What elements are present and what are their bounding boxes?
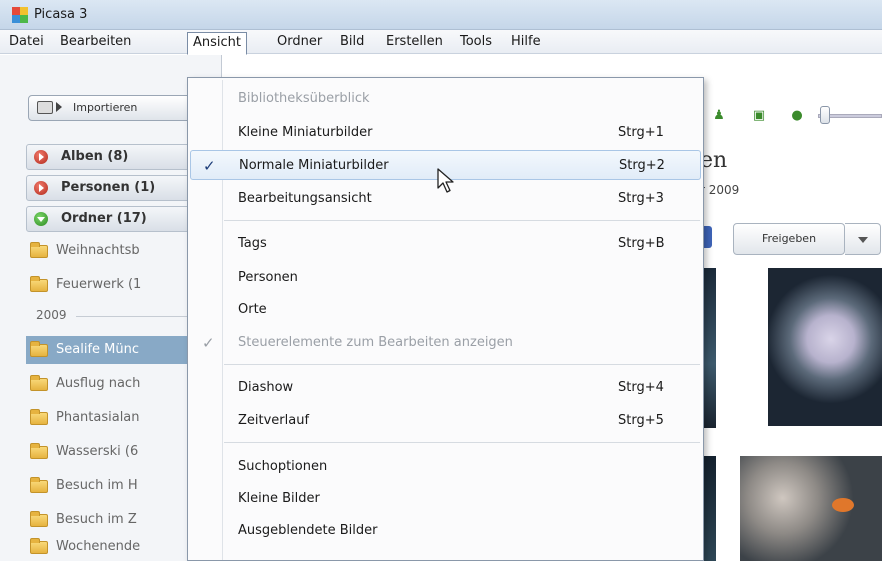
folder-icon	[30, 477, 48, 493]
menu-item-label: Kleine Bilder	[238, 491, 320, 506]
folder-date: r 2009	[700, 183, 740, 197]
year-divider-label: 2009	[36, 308, 67, 322]
menu-item-shortcut: Strg+4	[618, 380, 664, 395]
folder-icon	[30, 276, 48, 292]
menu-item-kleine-miniaturbilder[interactable]: Kleine Miniaturbilder Strg+1	[190, 118, 701, 148]
menu-bar: Datei Bearbeiten Ansicht Ordner Bild Ers…	[0, 30, 882, 55]
menu-item-steuerelemente-anzeigen[interactable]: ✓ Steuerelemente zum Bearbeiten anzeigen	[190, 328, 701, 358]
ansicht-dropdown-menu: Bibliotheksüberblick Kleine Miniaturbild…	[187, 77, 704, 561]
menu-item-label: Bibliotheksüberblick	[238, 91, 370, 106]
title-bar: Picasa 3	[0, 0, 882, 30]
expand-arrow-icon	[34, 150, 48, 164]
folder-icon	[30, 511, 48, 527]
arrow-right-icon	[56, 102, 62, 112]
import-label: Importieren	[73, 101, 138, 114]
photo-thumbnail[interactable]	[768, 268, 882, 426]
menu-separator	[224, 220, 700, 221]
section-label: Alben (8)	[61, 149, 129, 164]
folder-label: Feuerwerk (1	[56, 277, 142, 292]
import-button[interactable]: Importieren	[28, 95, 192, 121]
share-dropdown-button[interactable]	[845, 223, 881, 255]
folder-label: Besuch im H	[56, 478, 138, 493]
frame-icon[interactable]: ▣	[752, 109, 766, 123]
pin-icon[interactable]: ●	[790, 109, 804, 123]
menu-item-orte[interactable]: Orte	[190, 295, 701, 325]
menu-item-zeitverlauf[interactable]: Zeitverlauf Strg+5	[190, 406, 701, 436]
folder-icon	[30, 409, 48, 425]
folder-icon	[30, 242, 48, 258]
menu-item-label: Steuerelemente zum Bearbeiten anzeigen	[238, 335, 513, 350]
checkmark-icon: ✓	[203, 157, 216, 175]
section-label: Personen (1)	[61, 180, 156, 195]
menu-item-label: Normale Miniaturbilder	[239, 158, 389, 173]
menu-hilfe[interactable]: Hilfe	[506, 32, 546, 52]
camera-icon	[37, 101, 53, 114]
menu-item-shortcut: Strg+B	[618, 236, 665, 251]
menu-tools[interactable]: Tools	[455, 32, 497, 52]
menu-item-label: Kleine Miniaturbilder	[238, 125, 373, 140]
window-title: Picasa 3	[34, 7, 88, 22]
folder-title: en	[700, 148, 728, 173]
menu-erstellen[interactable]: Erstellen	[381, 32, 448, 52]
folder-label: Wochenende	[56, 539, 141, 554]
folder-label: Sealife Münc	[56, 342, 139, 357]
menu-separator	[224, 442, 700, 443]
menu-item-label: Bearbeitungsansicht	[238, 191, 372, 206]
zoom-slider-handle[interactable]	[820, 106, 830, 124]
checkmark-icon: ✓	[202, 334, 215, 352]
folder-icon	[30, 443, 48, 459]
share-button[interactable]: Freigeben	[733, 223, 845, 255]
person-icon[interactable]: ♟	[712, 109, 726, 123]
menu-item-label: Ausgeblendete Bilder	[238, 523, 378, 538]
photo-thumbnail[interactable]	[740, 456, 882, 561]
menu-item-ausgeblendete-bilder[interactable]: Ausgeblendete Bilder	[190, 516, 701, 546]
menu-ordner[interactable]: Ordner	[272, 32, 327, 52]
picasa-logo-icon	[12, 7, 28, 23]
menu-item-shortcut: Strg+3	[618, 191, 664, 206]
menu-item-shortcut: Strg+2	[619, 158, 665, 173]
expand-arrow-icon	[34, 181, 48, 195]
menu-bearbeiten[interactable]: Bearbeiten	[55, 32, 136, 52]
menu-separator	[224, 364, 700, 365]
collapse-arrow-icon	[34, 212, 48, 226]
menu-item-label: Orte	[238, 302, 267, 317]
menu-ansicht[interactable]: Ansicht	[187, 32, 248, 55]
folder-label: Weihnachtsb	[56, 243, 140, 258]
menu-item-label: Personen	[238, 270, 298, 285]
folder-icon	[30, 538, 48, 554]
menu-item-bibliotheksueberblick[interactable]: Bibliotheksüberblick	[190, 84, 701, 114]
folder-label: Ausflug nach	[56, 376, 141, 391]
menu-item-tags[interactable]: Tags Strg+B	[190, 229, 701, 259]
menu-item-shortcut: Strg+1	[618, 125, 664, 140]
menu-item-label: Suchoptionen	[238, 459, 328, 474]
menu-item-label: Zeitverlauf	[238, 413, 310, 428]
menu-bild[interactable]: Bild	[335, 32, 369, 52]
folder-icon	[30, 375, 48, 391]
menu-item-personen[interactable]: Personen	[190, 263, 701, 293]
section-label: Ordner (17)	[61, 211, 147, 226]
menu-item-diashow[interactable]: Diashow Strg+4	[190, 373, 701, 403]
menu-item-suchoptionen[interactable]: Suchoptionen	[190, 452, 701, 482]
mouse-pointer-icon	[437, 168, 454, 193]
menu-item-label: Diashow	[238, 380, 294, 395]
menu-item-shortcut: Strg+5	[618, 413, 664, 428]
folder-label: Wasserski (6	[56, 444, 139, 459]
folder-icon	[30, 341, 48, 357]
folder-label: Phantasialan	[56, 410, 140, 425]
menu-datei[interactable]: Datei	[4, 32, 49, 52]
menu-item-kleine-bilder[interactable]: Kleine Bilder	[190, 484, 701, 514]
folder-label: Besuch im Z	[56, 512, 137, 527]
menu-item-label: Tags	[238, 236, 267, 251]
